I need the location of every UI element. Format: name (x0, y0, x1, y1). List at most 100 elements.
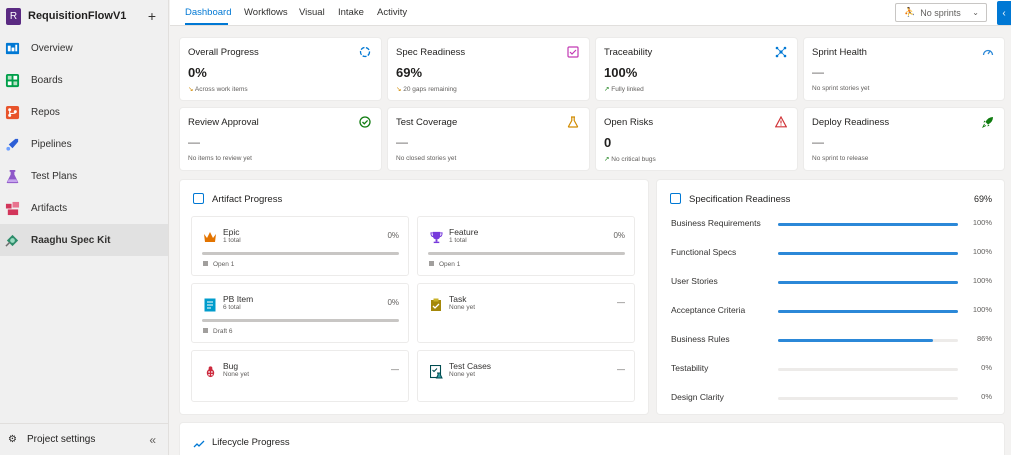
gauge-icon (982, 46, 994, 58)
spec-row-progress-fill (778, 252, 958, 255)
artifact-percent: — (617, 298, 625, 307)
artifact-card-pb-item[interactable]: PB Item 6 total 0% Draft 6 (191, 283, 409, 343)
stat-value: 0% (188, 65, 207, 80)
lifecycle-progress-title: Lifecycle Progress (212, 437, 290, 448)
artifact-progress-panel: Artifact Progress Epic 1 total 0% Open 1… (180, 180, 648, 414)
boards-icon (4, 72, 20, 88)
stat-title: Sprint Health (812, 47, 867, 58)
spec-readiness-row: Business Rules 86% (671, 333, 992, 347)
chevron-left-icon: ‹ (1002, 7, 1006, 19)
sidebar-item-label: Repos (31, 106, 60, 118)
spec-row-label: Acceptance Criteria (671, 305, 746, 315)
spec-row-label: User Stories (671, 276, 718, 286)
spec-row-percent: 100% (972, 247, 992, 256)
sprint-dropdown[interactable]: ⛹ No sprints ⌄ (895, 3, 987, 22)
artifact-card-feature[interactable]: Feature 1 total 0% Open 1 (417, 216, 635, 276)
spec-row-progress-track (778, 252, 958, 255)
stat-title: Spec Readiness (396, 47, 466, 58)
tab-intake[interactable]: Intake (338, 7, 364, 18)
pipelines-icon (4, 136, 20, 152)
artifact-state: Open 1 (203, 261, 234, 268)
artifact-percent: — (391, 365, 399, 374)
stat-card-review-approval: Review Approval — No items to review yet (180, 108, 381, 170)
stat-card-deploy-readiness: Deploy Readiness — No sprint to release (804, 108, 1004, 170)
stat-subtext: No closed stories yet (396, 155, 457, 162)
stat-title: Overall Progress (188, 47, 259, 58)
stat-value: — (188, 135, 200, 149)
artifact-card-bug[interactable]: Bug None yet — (191, 350, 409, 402)
top-tab-bar: Dashboard Workflows Visual Intake Activi… (170, 0, 1011, 26)
test-plans-icon (4, 168, 20, 184)
artifact-total: 6 total (223, 304, 241, 311)
sidebar-item-spec-kit[interactable]: Raaghu Spec Kit (0, 224, 168, 256)
stat-subtext: ↗ No critical bugs (604, 156, 656, 163)
tab-activity[interactable]: Activity (377, 7, 407, 18)
sidebar-item-overview[interactable]: Overview (0, 32, 168, 64)
chevron-down-icon: ⌄ (972, 8, 979, 17)
tab-dashboard[interactable]: Dashboard (185, 7, 231, 18)
spec-row-label: Testability (671, 363, 709, 373)
spec-row-progress-track (778, 310, 958, 313)
grid-icon (193, 193, 204, 204)
sidebar-item-pipelines[interactable]: Pipelines (0, 128, 168, 160)
sidebar-item-label: Pipelines (31, 138, 72, 150)
task-icon (429, 298, 443, 312)
stat-card-sprint-health: Sprint Health — No sprint stories yet (804, 38, 1004, 100)
stat-title: Test Coverage (396, 117, 458, 128)
artifact-progress-bar (428, 252, 625, 255)
artifact-percent: 0% (387, 298, 399, 307)
stat-title: Review Approval (188, 117, 259, 128)
artifact-name: Task (449, 294, 467, 304)
sprint-runner-icon: ⛹ (904, 7, 916, 17)
sidebar-item-boards[interactable]: Boards (0, 64, 168, 96)
spec-kit-icon (4, 232, 20, 248)
spec-readiness-row: Testability 0% (671, 362, 992, 376)
spec-row-percent: 86% (976, 334, 992, 343)
artifact-percent: — (617, 365, 625, 374)
sidebar-item-artifacts[interactable]: Artifacts (0, 192, 168, 224)
artifact-total: None yet (223, 371, 250, 378)
artifact-card-epic[interactable]: Epic 1 total 0% Open 1 (191, 216, 409, 276)
stat-card-spec-readiness: Spec Readiness 69% ↘ 20 gaps remaining (388, 38, 589, 100)
stat-value: 69% (396, 65, 423, 80)
trend-up-icon: ↗ (604, 86, 610, 93)
flask-icon (567, 116, 579, 128)
panel-toggle-button[interactable]: ‹ (997, 1, 1011, 25)
spec-row-progress-track (778, 281, 958, 284)
sidebar: R RequisitionFlowV1 + Overview Boards Re… (0, 0, 169, 455)
stat-card-traceability: Traceability 100% ↗ Fully linked (596, 38, 797, 100)
spec-row-progress-track (778, 339, 958, 342)
collapse-sidebar-icon[interactable]: « (149, 433, 156, 447)
check-circle-icon (359, 116, 371, 128)
project-settings[interactable]: ⚙ Project settings « (0, 423, 168, 455)
add-icon[interactable]: + (148, 8, 156, 24)
stat-title: Traceability (604, 47, 653, 58)
spec-row-progress-track (778, 397, 958, 400)
stat-value: 0 (604, 135, 612, 150)
spec-row-progress-track (778, 368, 958, 371)
network-icon (775, 46, 787, 58)
trend-down-icon: ↘ (396, 86, 402, 93)
artifact-card-task[interactable]: Task None yet — (417, 283, 635, 343)
spec-row-percent: 0% (981, 363, 992, 372)
tab-workflows[interactable]: Workflows (244, 7, 288, 18)
sidebar-item-test-plans[interactable]: Test Plans (0, 160, 168, 192)
sidebar-item-label: Test Plans (31, 170, 78, 182)
sidebar-item-repos[interactable]: Repos (0, 96, 168, 128)
spec-row-progress-fill (778, 223, 958, 226)
artifact-progress-bar (202, 319, 399, 322)
tab-visual[interactable]: Visual (299, 7, 325, 18)
project-name[interactable]: RequisitionFlowV1 (28, 10, 148, 22)
stat-card-overall-progress: Overall Progress 0% ↘ Across work items (180, 38, 381, 100)
project-header[interactable]: R RequisitionFlowV1 + (0, 0, 168, 32)
bug-icon (203, 365, 217, 379)
document-icon (203, 298, 217, 312)
spec-row-progress-fill (778, 281, 958, 284)
stat-title: Open Risks (604, 117, 654, 128)
stat-value: 100% (604, 65, 638, 80)
stat-value: — (812, 135, 824, 149)
stat-value: — (396, 135, 408, 149)
sidebar-item-label: Raaghu Spec Kit (31, 234, 111, 246)
artifact-card-test-cases[interactable]: Test Cases None yet — (417, 350, 635, 402)
stat-card-test-coverage: Test Coverage — No closed stories yet (388, 108, 589, 170)
